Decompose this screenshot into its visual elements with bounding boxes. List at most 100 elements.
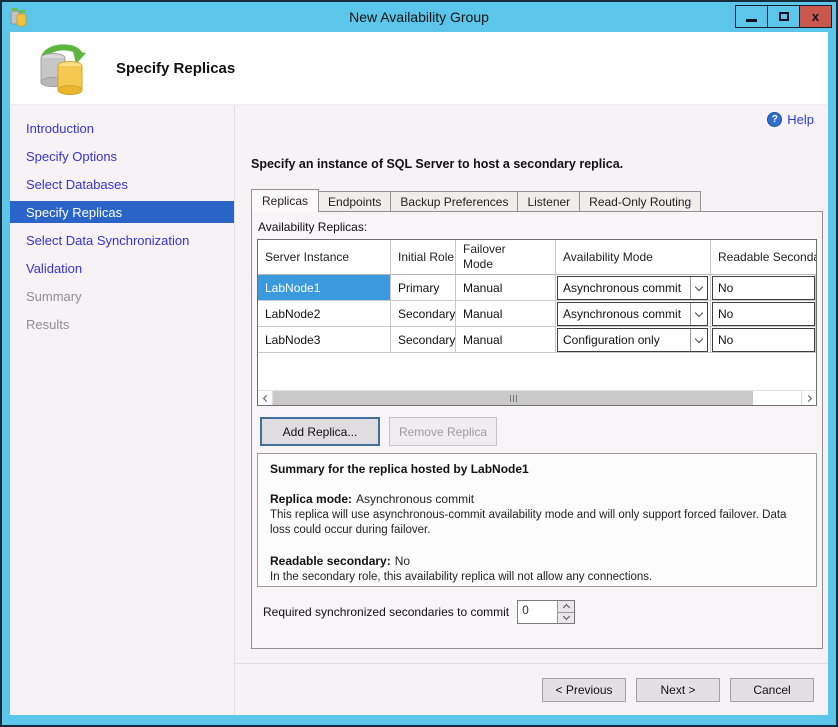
cell-server-instance[interactable]: LabNode3 <box>258 327 391 353</box>
required-secondaries-stepper[interactable]: 0 <box>517 600 575 624</box>
cell-failover-mode[interactable]: Manual <box>456 275 556 301</box>
cell-initial-role: Secondary <box>391 327 456 353</box>
tab-replicas[interactable]: Replicas <box>251 189 319 212</box>
grid-empty-area <box>258 353 816 390</box>
col-header-failover-mode[interactable]: Failover Mode <box>456 240 556 275</box>
scroll-left-button[interactable] <box>258 391 273 405</box>
cell-server-instance[interactable]: LabNode1 <box>258 275 391 301</box>
readable-secondary-dropdown[interactable]: No <box>712 328 815 352</box>
readable-secondary-value: No <box>718 333 733 347</box>
dropdown-arrow-box[interactable] <box>690 277 707 299</box>
readable-secondary-dropdown[interactable]: No <box>712 276 815 300</box>
remove-replica-button: Remove Replica <box>389 417 497 446</box>
scrollbar-grip-icon <box>510 395 517 402</box>
cell-availability-mode: Asynchronous commit <box>556 301 711 327</box>
tab-listener[interactable]: Listener <box>517 191 580 211</box>
cell-readable-secondary: No <box>711 301 816 327</box>
cell-availability-mode: Asynchronous commit <box>556 275 711 301</box>
col-header-readable-secondary[interactable]: Readable Secondary <box>711 240 816 275</box>
cell-server-instance[interactable]: LabNode2 <box>258 301 391 327</box>
wizard-window: New Availability Group x Specify Replica… <box>0 0 838 727</box>
maximize-button[interactable] <box>767 5 800 28</box>
tab-backup-preferences[interactable]: Backup Preferences <box>390 191 518 211</box>
page-title: Specify Replicas <box>116 60 235 77</box>
cell-readable-secondary: No <box>711 327 816 353</box>
minimize-button[interactable] <box>735 5 768 28</box>
required-secondaries-value[interactable]: 0 <box>518 601 557 623</box>
sidebar-item-specify-options[interactable]: Specify Options <box>10 142 234 170</box>
stepper-up-button[interactable] <box>558 601 574 613</box>
cell-failover-mode[interactable]: Manual <box>456 301 556 327</box>
replica-row-labnode1[interactable]: LabNode1 Primary Manual Asynchronous com… <box>258 275 816 301</box>
sidebar-item-specify-replicas[interactable]: Specify Replicas <box>10 201 234 223</box>
chevron-down-icon <box>695 308 703 316</box>
close-icon: x <box>812 10 819 23</box>
tab-strip: Replicas Endpoints Backup Preferences Li… <box>251 188 828 211</box>
scroll-right-button[interactable] <box>801 391 816 405</box>
availability-mode-value: Asynchronous commit <box>558 307 690 321</box>
replica-mode-description: This replica will use asynchronous-commi… <box>270 508 800 538</box>
col-header-initial-role-label: Initial Role <box>398 250 455 265</box>
readable-secondary-value: No <box>718 281 733 295</box>
chevron-down-icon <box>695 282 703 290</box>
readable-secondary-description: In the secondary role, this availability… <box>270 570 800 585</box>
replicas-database-icon <box>32 40 92 96</box>
sidebar-item-select-data-synchronization[interactable]: Select Data Synchronization <box>10 226 234 254</box>
cell-availability-mode: Configuration only <box>556 327 711 353</box>
close-button[interactable]: x <box>799 5 832 28</box>
add-replica-button[interactable]: Add Replica... <box>260 417 380 446</box>
availability-mode-value: Asynchronous commit <box>558 281 690 295</box>
replica-summary-panel: Summary for the replica hosted by LabNod… <box>257 453 817 587</box>
availability-mode-dropdown[interactable]: Asynchronous commit <box>557 276 708 300</box>
readable-secondary-summary-value: No <box>395 554 410 568</box>
col-header-availability-mode[interactable]: Availability Mode <box>556 240 711 275</box>
wizard-content: ? Help Specify an instance of SQL Server… <box>235 105 828 663</box>
horizontal-scrollbar[interactable] <box>258 390 816 405</box>
replica-row-labnode3[interactable]: LabNode3 Secondary Manual Configuration … <box>258 327 816 353</box>
tab-endpoints[interactable]: Endpoints <box>318 191 391 211</box>
sidebar-item-validation[interactable]: Validation <box>10 254 234 282</box>
wizard-header: Specify Replicas <box>10 32 828 105</box>
wizard-footer: < Previous Next > Cancel <box>235 663 828 715</box>
availability-mode-dropdown[interactable]: Configuration only <box>557 328 708 352</box>
availability-mode-dropdown[interactable]: Asynchronous commit <box>557 302 708 326</box>
stepper-down-button[interactable] <box>558 613 574 624</box>
title-bar[interactable]: New Availability Group x <box>2 2 836 32</box>
cell-initial-role: Secondary <box>391 301 456 327</box>
help-label: Help <box>787 112 814 127</box>
chevron-left-icon <box>262 394 269 401</box>
scrollbar-thumb[interactable] <box>273 391 753 405</box>
dropdown-arrow-box[interactable] <box>690 303 707 325</box>
sidebar-item-summary: Summary <box>10 282 234 310</box>
help-link[interactable]: ? Help <box>767 112 814 127</box>
grid-header-row: Server Instance Initial Role Failover Mo… <box>258 240 816 275</box>
window-title: New Availability Group <box>2 9 836 25</box>
col-header-server-instance[interactable]: Server Instance <box>258 240 391 275</box>
sidebar-item-select-databases[interactable]: Select Databases <box>10 170 234 198</box>
col-header-initial-role[interactable]: Initial Role <box>391 240 456 275</box>
replica-row-labnode2[interactable]: LabNode2 Secondary Manual Asynchronous c… <box>258 301 816 327</box>
readable-secondary-dropdown[interactable]: No <box>712 302 815 326</box>
readable-secondary-label: Readable secondary: <box>270 554 391 568</box>
scrollbar-track[interactable] <box>753 391 801 405</box>
cell-readable-secondary: No <box>711 275 816 301</box>
tab-read-only-routing[interactable]: Read-Only Routing <box>579 191 701 211</box>
availability-replicas-label: Availability Replicas: <box>258 220 822 234</box>
dropdown-arrow-box[interactable] <box>690 329 707 351</box>
wizard-steps-sidebar: Introduction Specify Options Select Data… <box>10 105 235 715</box>
replica-mode-value: Asynchronous commit <box>356 492 474 506</box>
replica-mode-label: Replica mode: <box>270 492 352 506</box>
cell-failover-mode[interactable]: Manual <box>456 327 556 353</box>
help-icon: ? <box>767 112 782 127</box>
chevron-right-icon <box>804 394 811 401</box>
minimize-icon <box>746 19 757 22</box>
sidebar-item-introduction[interactable]: Introduction <box>10 114 234 142</box>
chevron-down-icon <box>695 334 703 342</box>
next-button[interactable]: Next > <box>636 678 720 702</box>
col-header-failover-mode-label: Failover Mode <box>463 242 523 272</box>
previous-button[interactable]: < Previous <box>542 678 626 702</box>
chevron-up-icon <box>563 604 570 611</box>
replicas-tab-page: Availability Replicas: Server Instance I… <box>251 211 823 649</box>
cancel-button[interactable]: Cancel <box>730 678 814 702</box>
availability-mode-value: Configuration only <box>558 333 690 347</box>
